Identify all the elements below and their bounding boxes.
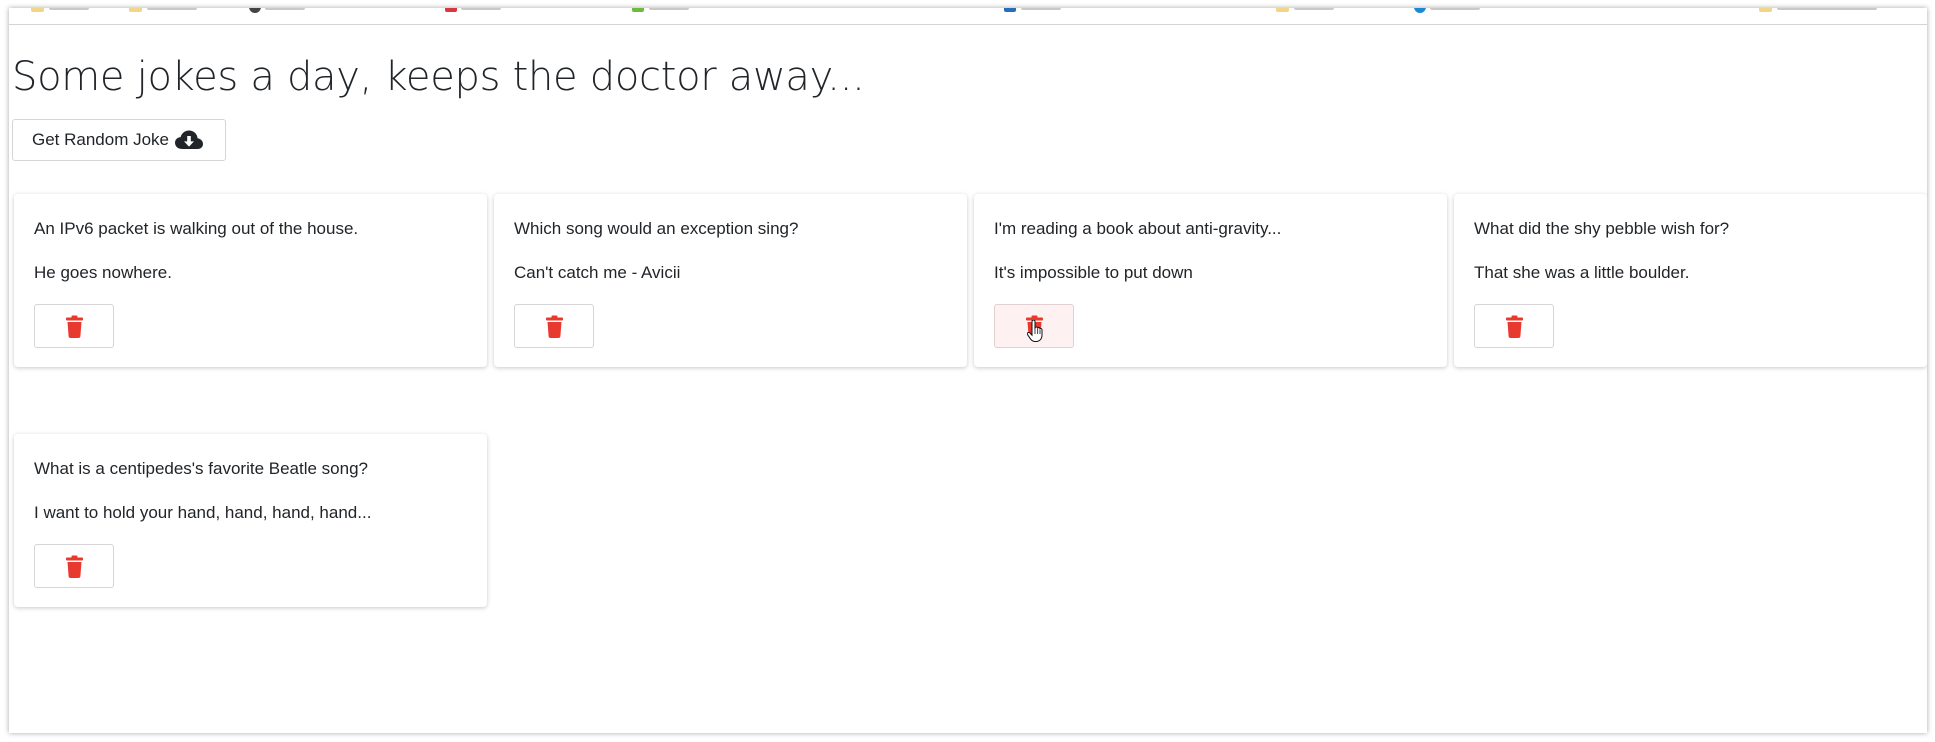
joke-card: What is a centipedes's favorite Beatle s… [14, 434, 487, 607]
bookmark-folder-icon[interactable] [31, 8, 44, 12]
joke-punchline: He goes nowhere. [34, 263, 172, 282]
joke-setup: What is a centipedes's favorite Beatle s… [34, 459, 368, 478]
trash-icon [65, 555, 83, 578]
delete-joke-button[interactable] [1474, 304, 1554, 348]
page-title: Some jokes a day, keeps the doctor away.… [12, 54, 865, 100]
delete-joke-button[interactable] [514, 304, 594, 348]
delete-joke-button[interactable] [34, 304, 114, 348]
joke-setup: What did the shy pebble wish for? [1474, 219, 1730, 238]
bookmark-site-icon[interactable] [249, 8, 261, 13]
bookmarks-bar [9, 8, 1927, 25]
trash-icon [1025, 315, 1043, 338]
joke-setup: I'm reading a book about anti-gravity... [994, 219, 1282, 238]
delete-joke-button[interactable] [994, 304, 1074, 348]
joke-punchline: Can't catch me - Avicii [514, 263, 681, 282]
bookmark-label[interactable] [461, 8, 501, 10]
bookmark-label[interactable] [147, 8, 197, 10]
delete-joke-button[interactable] [34, 544, 114, 588]
bookmark-label[interactable] [1294, 8, 1334, 10]
bookmark-site-icon[interactable] [1414, 8, 1426, 13]
bookmark-site-icon[interactable] [1004, 8, 1016, 12]
joke-punchline: I want to hold your hand, hand, hand, ha… [34, 503, 372, 522]
joke-punchline: That she was a little boulder. [1474, 263, 1690, 282]
bookmark-folder-icon[interactable] [1276, 8, 1289, 12]
bookmark-label[interactable] [265, 8, 305, 10]
trash-icon [65, 315, 83, 338]
joke-card: I'm reading a book about anti-gravity...… [974, 194, 1447, 367]
joke-card: Which song would an exception sing? Can'… [494, 194, 967, 367]
get-random-joke-label: Get Random Joke [32, 130, 170, 149]
bookmark-label[interactable] [1777, 8, 1877, 10]
get-random-joke-button[interactable]: Get Random Joke [12, 119, 226, 161]
bookmark-label[interactable] [1021, 8, 1061, 10]
bookmark-site-icon[interactable] [445, 8, 457, 12]
bookmark-label[interactable] [49, 8, 89, 10]
trash-icon [1505, 315, 1523, 338]
bookmark-folder-icon[interactable] [1759, 8, 1772, 12]
browser-window: Some jokes a day, keeps the doctor away.… [9, 8, 1927, 733]
joke-setup: An IPv6 packet is walking out of the hou… [34, 219, 359, 238]
bookmark-folder-icon[interactable] [129, 8, 142, 12]
joke-setup: Which song would an exception sing? [514, 219, 799, 238]
joke-card: What did the shy pebble wish for? That s… [1454, 194, 1927, 367]
bookmark-site-icon[interactable] [632, 8, 644, 12]
bookmark-label[interactable] [649, 8, 689, 10]
joke-punchline: It's impossible to put down [994, 263, 1193, 282]
cloud-download-icon [175, 130, 204, 149]
joke-card: An IPv6 packet is walking out of the hou… [14, 194, 487, 367]
bookmark-label[interactable] [1430, 8, 1480, 10]
trash-icon [545, 315, 563, 338]
